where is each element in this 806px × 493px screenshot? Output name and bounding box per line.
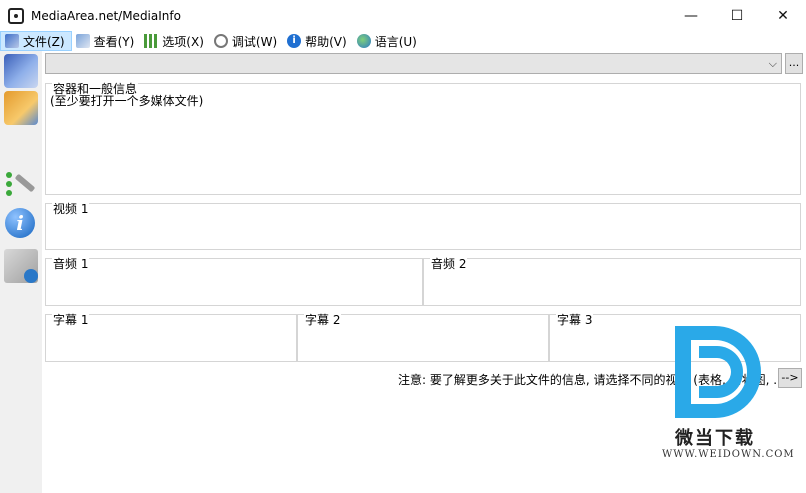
menu-help[interactable]: i 帮助(V) bbox=[283, 31, 353, 51]
weidown-logo-icon bbox=[675, 326, 763, 418]
weidown-watermark: 微当下载 WWW.WEIDOWN.COM bbox=[655, 320, 795, 462]
menu-view[interactable]: 查看(Y) bbox=[72, 31, 141, 51]
window-controls: — ☐ ✕ bbox=[668, 0, 806, 31]
file-select-combo[interactable]: ⌵ bbox=[45, 53, 782, 74]
menu-file-label: 文件(Z) bbox=[23, 34, 65, 49]
info-icon[interactable]: i bbox=[5, 208, 35, 238]
file-icon bbox=[5, 34, 19, 48]
minimize-button[interactable]: — bbox=[668, 0, 714, 31]
sheet-view-icon[interactable] bbox=[4, 91, 38, 125]
subtitle-label-2: 字幕 2 bbox=[304, 313, 342, 327]
easy-view-icon[interactable] bbox=[4, 54, 38, 88]
video-label: 视频 1 bbox=[52, 202, 90, 216]
subtitle-label-1: 字幕 1 bbox=[52, 313, 90, 327]
view-icon bbox=[75, 34, 90, 48]
help-icon: i bbox=[287, 34, 302, 48]
subtitle-group-2: 字幕 2 bbox=[297, 313, 549, 362]
watermark-cn-text: 微当下载 bbox=[675, 428, 755, 449]
menu-language-label: 语言(U) bbox=[374, 34, 417, 49]
title-bar: MediaArea.net/MediaInfo — ☐ ✕ bbox=[0, 0, 806, 31]
menu-options-label: 选项(X) bbox=[162, 34, 204, 49]
general-info-group: 容器和一般信息 (至少要打开一个多媒体文件) bbox=[45, 82, 801, 195]
mediainfo-app-icon bbox=[8, 7, 24, 24]
tree-view-icon[interactable] bbox=[4, 168, 38, 202]
subtitle-label-3: 字幕 3 bbox=[556, 313, 594, 327]
general-info-text: (至少要打开一个多媒体文件) bbox=[50, 94, 204, 108]
view-sidebar: i bbox=[0, 51, 42, 493]
video-group: 视频 1 bbox=[45, 202, 801, 250]
options-icon bbox=[144, 34, 159, 48]
browse-button[interactable]: ... bbox=[785, 53, 803, 74]
menu-language[interactable]: 语言(U) bbox=[353, 31, 423, 51]
subtitle-group-1: 字幕 1 bbox=[45, 313, 297, 362]
menu-options[interactable]: 选项(X) bbox=[140, 31, 210, 51]
watermark-en-text: WWW.WEIDOWN.COM bbox=[662, 449, 795, 460]
language-icon bbox=[356, 34, 371, 48]
menu-help-label: 帮助(V) bbox=[305, 34, 347, 49]
menu-bar: 文件(Z) 查看(Y) 选项(X) 调试(W) i 帮助(V) 语言(U) bbox=[0, 31, 806, 51]
audio-label-1: 音频 1 bbox=[52, 257, 90, 271]
export-icon[interactable] bbox=[4, 249, 38, 283]
menu-debug[interactable]: 调试(W) bbox=[210, 31, 283, 51]
chevron-down-icon[interactable]: ⌵ bbox=[769, 57, 777, 71]
maximize-button[interactable]: ☐ bbox=[714, 0, 760, 31]
close-button[interactable]: ✕ bbox=[760, 0, 806, 31]
menu-file[interactable]: 文件(Z) bbox=[0, 31, 72, 51]
debug-icon bbox=[213, 34, 228, 48]
audio-group-1: 音频 1 bbox=[45, 257, 423, 306]
audio-group-2: 音频 2 bbox=[423, 257, 801, 306]
menu-view-label: 查看(Y) bbox=[93, 34, 135, 49]
audio-label-2: 音频 2 bbox=[430, 257, 468, 271]
menu-debug-label: 调试(W) bbox=[231, 34, 278, 49]
window-title: MediaArea.net/MediaInfo bbox=[31, 8, 181, 23]
